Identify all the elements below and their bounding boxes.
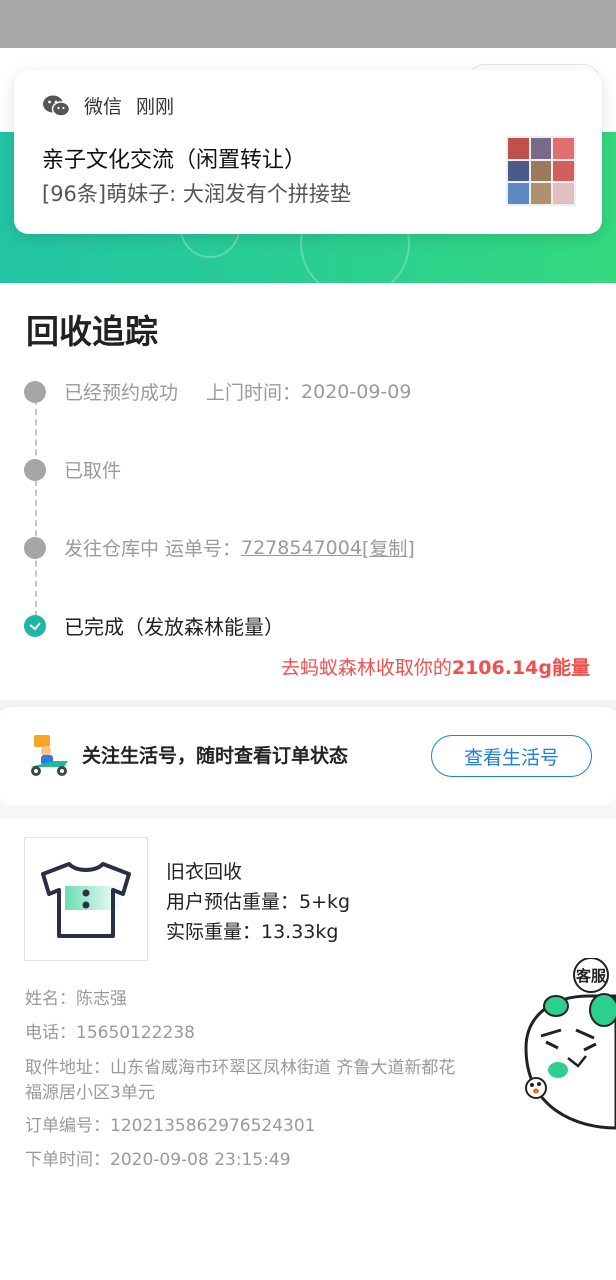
wechat-notification[interactable]: 微信 刚刚 亲子文化交流（闲置转让） [96条]萌妹子: 大润发有个拼接垫 — [14, 70, 602, 234]
notification-app-name: 微信 — [84, 96, 123, 118]
actual-weight: 实际重量：13.33kg — [166, 921, 339, 943]
order-time: 下单时间：2020-09-08 23:15:49 — [25, 1150, 291, 1170]
step-label: 已完成（发放森林能量） — [64, 615, 284, 639]
timeline-dot — [24, 536, 46, 559]
section-divider — [0, 805, 616, 819]
energy-value: 2106.14g — [451, 657, 552, 679]
timeline-dot — [24, 458, 46, 481]
group-avatar-thumbnail — [506, 136, 576, 206]
tracking-heading: 回收追踪 — [26, 312, 158, 351]
pickup-address-line2: 福源居小区3单元 — [25, 1083, 155, 1103]
notification-app-row: 微信 刚刚 — [42, 92, 174, 119]
customer-service-button[interactable]: 客服 — [516, 957, 616, 1136]
timeline-step-completed: 已完成（发放森林能量） — [24, 611, 284, 640]
pickup-time-label: 上门时间： — [206, 382, 302, 404]
notification-title: 亲子文化交流（闲置转让） — [42, 148, 307, 173]
customer-phone: 电话：15650122238 — [25, 1023, 195, 1043]
recycle-tracking-section: 回收追踪 已经预约成功 上门时间： 2020-09-09 已取件 发往仓库中 运… — [0, 283, 616, 700]
step-label: 已经预约成功 — [64, 382, 179, 404]
view-life-account-button[interactable]: 查看生活号 — [431, 735, 592, 777]
check-icon — [24, 614, 46, 637]
follow-life-account-card: 关注生活号，随时查看订单状态 查看生活号 — [0, 707, 616, 805]
notification-message: [96条]萌妹子: 大润发有个拼接垫 — [42, 182, 351, 206]
timeline-step-picked-up: 已取件 — [24, 456, 121, 483]
customer-service-mascot-icon: 客服 — [524, 957, 616, 1130]
step-label: 发往仓库中 运单号： — [64, 538, 242, 560]
timeline-line — [35, 389, 37, 617]
follow-text: 关注生活号，随时查看订单状态 — [82, 745, 349, 767]
product-image — [24, 837, 148, 961]
energy-prefix: 去蚂蚁森林收取你的 — [280, 657, 452, 679]
customer-service-label: 客服 — [575, 967, 607, 985]
pickup-address-line1: 取件地址：山东省威海市环翠区凤林街道 齐鲁大道新都花 — [25, 1058, 456, 1078]
step-label: 已取件 — [64, 460, 122, 482]
wechat-icon — [43, 95, 70, 117]
timeline-step-shipping: 发往仓库中 运单号： 7278547004 [复制] — [24, 534, 415, 561]
notification-time: 刚刚 — [136, 96, 175, 118]
copy-button[interactable]: [复制] — [362, 534, 415, 561]
order-number: 订单编号：1202135862976524301 — [25, 1116, 316, 1136]
pickup-time-value: 2020-09-09 — [301, 380, 412, 403]
status-bar — [0, 0, 616, 48]
timeline-step-booked: 已经预约成功 上门时间： 2020-09-09 — [24, 378, 411, 405]
product-name: 旧衣回收 — [166, 861, 243, 883]
forest-energy-link[interactable]: 去蚂蚁森林收取你的2106.14g能量 — [281, 653, 590, 680]
timeline-dot — [24, 380, 46, 403]
tshirt-icon — [41, 862, 131, 938]
estimated-weight: 用户预估重量：5+kg — [166, 891, 351, 913]
energy-suffix: 能量 — [551, 657, 590, 679]
tracking-number-link[interactable]: 7278547004 — [241, 537, 362, 559]
customer-name: 姓名：陈志强 — [25, 989, 127, 1009]
delivery-rider-icon — [30, 735, 68, 776]
